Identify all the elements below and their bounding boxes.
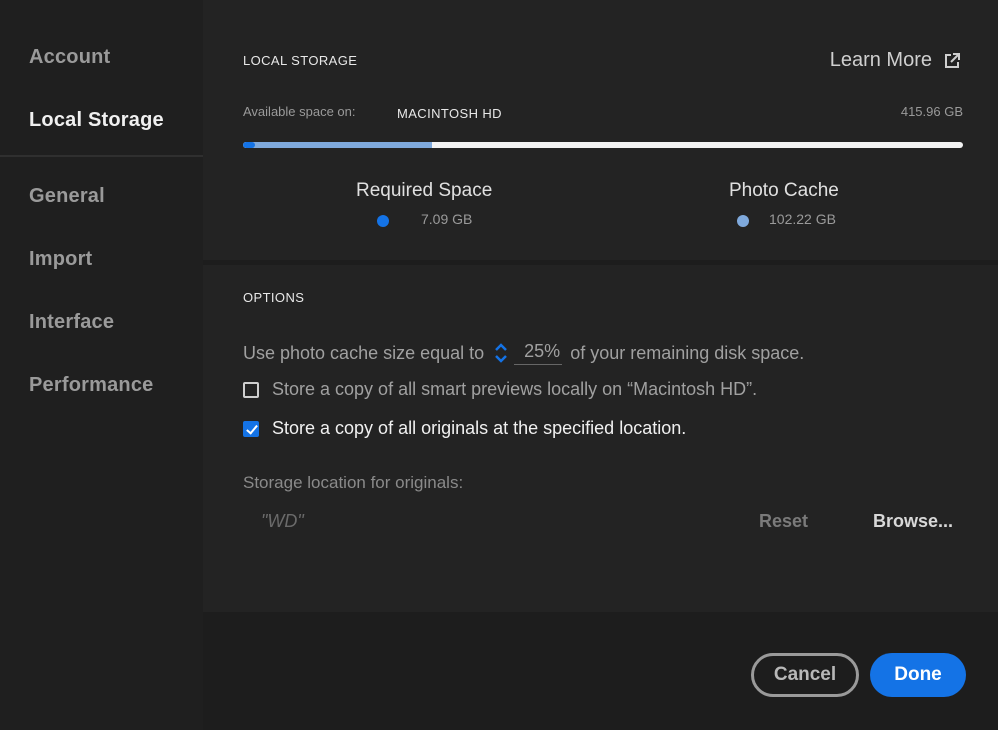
learn-more-label: Learn More bbox=[829, 49, 932, 71]
reset-button[interactable]: Reset bbox=[759, 511, 808, 532]
done-button[interactable]: Done bbox=[870, 653, 966, 697]
originals-checkbox[interactable] bbox=[243, 420, 259, 437]
stepper-icon[interactable] bbox=[494, 342, 508, 364]
photo-cache-label: Photo Cache bbox=[729, 180, 839, 201]
cancel-button[interactable]: Cancel bbox=[751, 653, 859, 697]
browse-button[interactable]: Browse... bbox=[873, 511, 953, 532]
smart-previews-checkbox[interactable] bbox=[243, 381, 259, 398]
available-label: Available space on: bbox=[243, 104, 356, 119]
required-space-label: Required Space bbox=[356, 180, 493, 201]
divider bbox=[0, 155, 203, 157]
available-space: 415.96 GB bbox=[900, 104, 963, 119]
options-panel: OPTIONS Use photo cache size equal to 25… bbox=[203, 265, 998, 612]
photo-cache-value: 102.22 GB bbox=[769, 211, 836, 227]
originals-option[interactable]: Store a copy of all originals at the spe… bbox=[243, 418, 686, 439]
options-title: OPTIONS bbox=[243, 290, 305, 305]
photo-cache-dot bbox=[737, 215, 749, 227]
required-space-fill bbox=[243, 142, 256, 148]
location-value: "WD" bbox=[261, 511, 304, 531]
required-space-dot bbox=[377, 215, 389, 227]
sidebar-item-import[interactable]: Import bbox=[29, 248, 92, 271]
drive-name: MACINTOSH HD bbox=[397, 106, 502, 121]
photo-cache-fill bbox=[243, 142, 432, 148]
required-space-value: 7.09 GB bbox=[421, 211, 473, 227]
sidebar-item-general[interactable]: General bbox=[29, 185, 105, 208]
location-label: Storage location for originals: bbox=[243, 473, 464, 492]
storage-bar bbox=[243, 142, 963, 148]
sidebar: Account Local Storage General Import Int… bbox=[0, 0, 203, 730]
cache-size-prefix: Use photo cache size equal to bbox=[243, 342, 485, 363]
sidebar-item-interface[interactable]: Interface bbox=[29, 311, 114, 334]
local-storage-panel: LOCAL STORAGE Learn More Available space… bbox=[203, 0, 998, 260]
section-title: LOCAL STORAGE bbox=[243, 53, 358, 68]
cache-percent-input[interactable]: 25% bbox=[514, 341, 563, 365]
originals-label: Store a copy of all originals at the spe… bbox=[272, 418, 687, 438]
cache-size-suffix: of your remaining disk space. bbox=[570, 342, 805, 363]
smart-previews-option[interactable]: Store a copy of all smart previews local… bbox=[243, 379, 757, 400]
sidebar-item-performance[interactable]: Performance bbox=[29, 374, 153, 397]
sidebar-item-local-storage[interactable]: Local Storage bbox=[29, 109, 164, 132]
external-link-icon bbox=[945, 52, 960, 68]
smart-previews-label: Store a copy of all smart previews local… bbox=[272, 379, 758, 399]
learn-more-link[interactable]: Learn More bbox=[830, 49, 960, 72]
sidebar-item-account[interactable]: Account bbox=[29, 46, 110, 69]
